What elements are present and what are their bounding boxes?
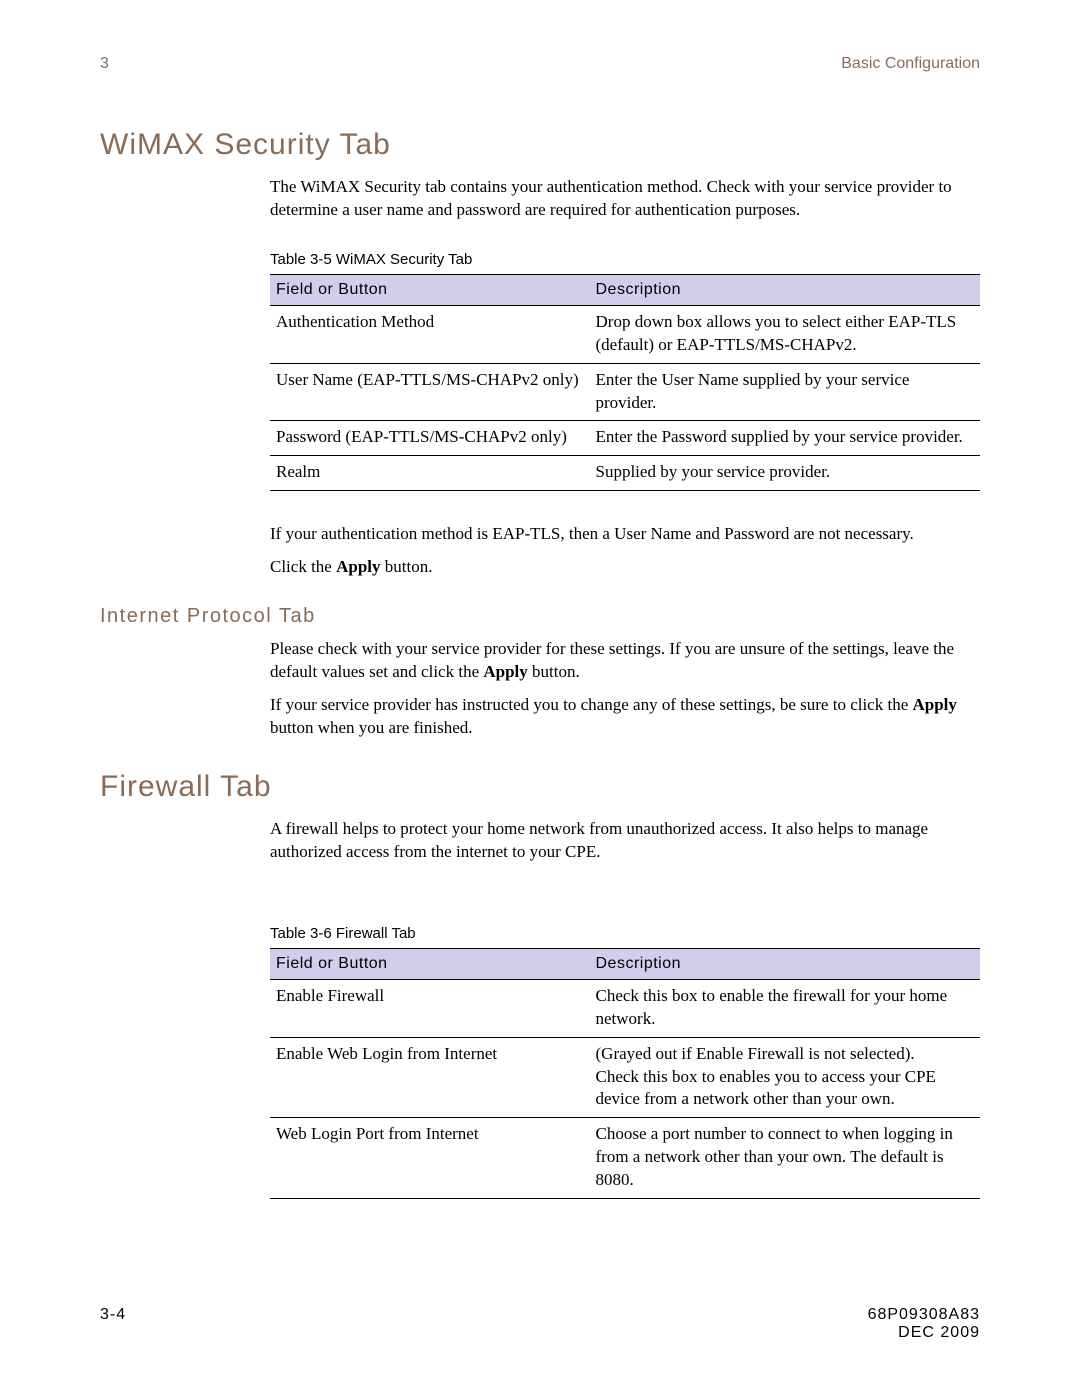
col-header-desc: Description <box>590 275 981 306</box>
body-block: The WiMAX Security tab contains your aut… <box>270 176 980 579</box>
col-header-field: Field or Button <box>270 275 590 306</box>
table-row: Authentication Method Drop down box allo… <box>270 305 980 363</box>
section-heading-internet-protocol: Internet Protocol Tab <box>100 605 980 628</box>
body-block: Please check with your service provider … <box>270 638 980 740</box>
paragraph: Please check with your service provider … <box>270 638 980 684</box>
section-heading-firewall: Firewall Tab <box>100 770 980 804</box>
table-row: Password (EAP-TTLS/MS-CHAPv2 only) Enter… <box>270 421 980 456</box>
chapter-title: Basic Configuration <box>841 55 980 73</box>
cell-field: Authentication Method <box>270 305 590 363</box>
page-footer: 3-4 68P09308A83 DEC 2009 <box>100 1306 980 1342</box>
col-header-field: Field or Button <box>270 949 590 980</box>
table-row: Enable Web Login from Internet (Grayed o… <box>270 1037 980 1118</box>
cell-desc: Check this box to enable the firewall fo… <box>590 979 981 1037</box>
table-row: Enable Firewall Check this box to enable… <box>270 979 980 1037</box>
table-caption: Table 3-6 Firewall Tab <box>270 924 980 944</box>
cell-desc: Supplied by your service provider. <box>590 456 981 491</box>
col-header-desc: Description <box>590 949 981 980</box>
cell-field: Realm <box>270 456 590 491</box>
cell-field: Enable Web Login from Internet <box>270 1037 590 1118</box>
paragraph: Click the Apply button. <box>270 556 980 579</box>
cell-field: Web Login Port from Internet <box>270 1118 590 1199</box>
body-block: A firewall helps to protect your home ne… <box>270 818 980 1199</box>
paragraph: A firewall helps to protect your home ne… <box>270 818 980 864</box>
cell-desc: Choose a port number to connect to when … <box>590 1118 981 1199</box>
wimax-security-table: Field or Button Description Authenticati… <box>270 274 980 491</box>
cell-field: Password (EAP-TTLS/MS-CHAPv2 only) <box>270 421 590 456</box>
cell-desc: (Grayed out if Enable Firewall is not se… <box>590 1037 981 1118</box>
firewall-table: Field or Button Description Enable Firew… <box>270 948 980 1199</box>
document-page: 3 Basic Configuration WiMAX Security Tab… <box>0 0 1080 1397</box>
table-caption: Table 3-5 WiMAX Security Tab <box>270 250 980 270</box>
cell-desc: Enter the Password supplied by your serv… <box>590 421 981 456</box>
cell-desc: Enter the User Name supplied by your ser… <box>590 363 981 421</box>
paragraph: If your authentication method is EAP-TLS… <box>270 523 980 546</box>
cell-desc: Drop down box allows you to select eithe… <box>590 305 981 363</box>
cell-field: User Name (EAP-TTLS/MS-CHAPv2 only) <box>270 363 590 421</box>
cell-field: Enable Firewall <box>270 979 590 1037</box>
page-header: 3 Basic Configuration <box>100 55 980 73</box>
paragraph: The WiMAX Security tab contains your aut… <box>270 176 980 222</box>
chapter-number: 3 <box>100 55 109 73</box>
page-number: 3-4 <box>100 1306 126 1342</box>
table-row: Web Login Port from Internet Choose a po… <box>270 1118 980 1199</box>
table-row: Realm Supplied by your service provider. <box>270 456 980 491</box>
paragraph: If your service provider has instructed … <box>270 694 980 740</box>
doc-id: 68P09308A83 DEC 2009 <box>868 1306 980 1342</box>
table-row: User Name (EAP-TTLS/MS-CHAPv2 only) Ente… <box>270 363 980 421</box>
section-heading-wimax-security: WiMAX Security Tab <box>100 128 980 162</box>
